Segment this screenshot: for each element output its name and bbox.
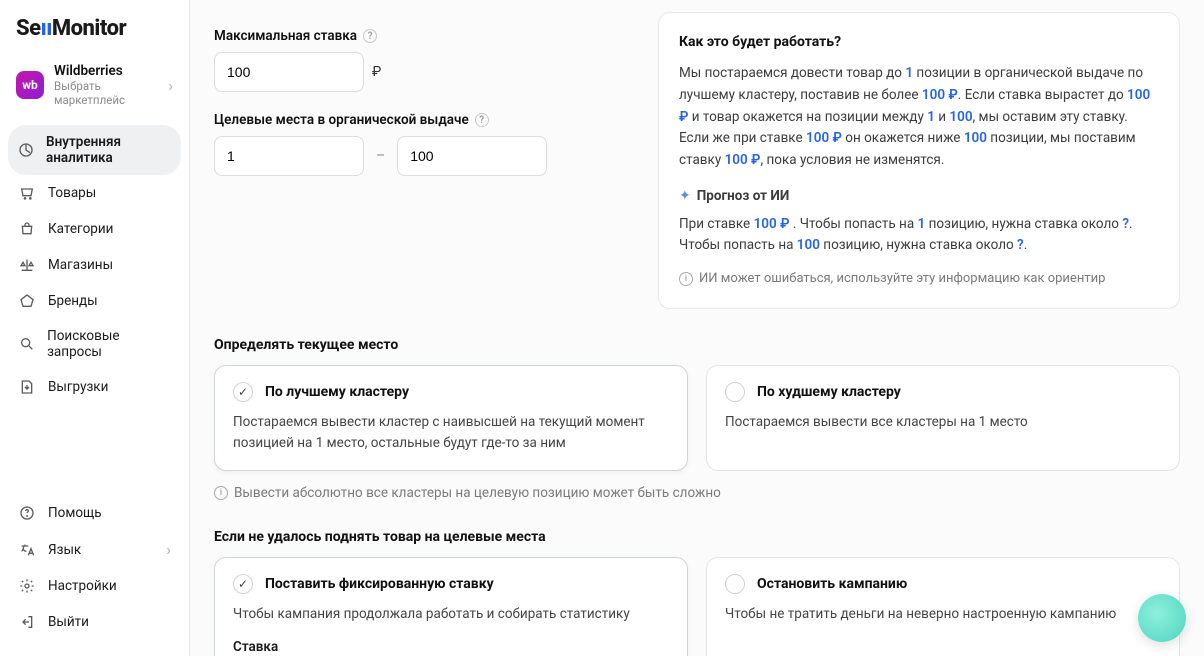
language-icon [18,541,36,559]
radio-checked-icon [233,382,253,402]
chevron-right-icon: › [166,540,171,559]
sidebar-item-logout[interactable]: Выйти [8,604,181,640]
sidebar-item-products[interactable]: Товары [8,175,181,211]
marketplace-icon: wb [16,71,44,99]
option-worst-cluster[interactable]: По худшему кластеру Постараемся вывести … [706,365,1180,471]
help-icon [18,504,36,522]
option-best-cluster[interactable]: По лучшему кластеру Постараемся вывести … [214,365,688,471]
tag-icon [18,292,36,310]
how-it-works-text: Мы постараемся довести товар до 1 позици… [679,63,1159,171]
option-fixed-bid[interactable]: Поставить фиксированную ставку Чтобы кам… [214,557,688,656]
brand-logo: SeııMonitor [8,16,181,57]
sidebar-item-exports[interactable]: Выгрузки [8,369,181,405]
max-bid-input[interactable] [214,52,364,92]
radio-unchecked-icon [725,574,745,594]
bag-icon [18,220,36,238]
scales-icon [18,256,36,274]
sidebar-item-categories[interactable]: Категории [8,211,181,247]
info-icon: i [679,272,693,286]
marketplace-subtitle: Выбрать маркетплейс [54,79,168,107]
chevron-right-icon: › [168,76,173,95]
marketplace-selector[interactable]: wb Wildberries Выбрать маркетплейс › [8,57,181,113]
sidebar-item-settings[interactable]: Настройки [8,568,181,604]
sidebar-item-language[interactable]: Язык › [8,531,181,568]
place-section-hint: Вывести абсолютно все кластеры на целеву… [234,485,721,501]
gear-icon [18,577,36,595]
sidebar-item-brands[interactable]: Бренды [8,283,181,319]
sidebar-item-help[interactable]: Помощь [8,495,181,531]
target-places-label: Целевые места в органической выдаче ? [214,112,634,128]
help-icon[interactable]: ? [475,113,489,127]
sidebar-item-search-queries[interactable]: Поисковые запросы [8,319,181,369]
ai-forecast-text: При ставке 100 ₽ . Чтобы попасть на 1 по… [679,214,1159,257]
target-from-input[interactable] [214,136,364,176]
option-stop-campaign[interactable]: Остановить кампанию Чтобы не тратить ден… [706,557,1180,656]
radio-unchecked-icon [725,382,745,402]
sidebar: SeııMonitor wb Wildberries Выбрать марке… [0,0,190,656]
cart-icon [18,184,36,202]
help-icon[interactable]: ? [363,29,377,43]
sparkle-icon: ✦ [679,185,691,207]
how-it-works-title: Как это будет работать? [679,31,1159,53]
fixed-bid-label: Ставка [233,639,669,655]
main-content: Максимальная ставка ? ₽ Целевые места в … [190,0,1204,656]
ai-disclaimer: ИИ может ошибаться, используйте эту инфо… [699,269,1105,290]
max-bid-label: Максимальная ставка ? [214,28,634,44]
sidebar-item-shops[interactable]: Магазины [8,247,181,283]
place-section-title: Определять текущее место [214,337,1180,353]
radio-checked-icon [233,574,253,594]
marketplace-title: Wildberries [54,63,168,79]
chart-icon [18,141,34,159]
search-icon [18,335,35,353]
range-dash: – [372,148,389,164]
ai-forecast-title: Прогноз от ИИ [697,186,790,208]
fail-section-title: Если не удалось поднять товар на целевые… [214,529,1180,545]
how-it-works-panel: Как это будет работать? Мы постараемся д… [658,12,1180,309]
currency-label: ₽ [372,64,381,80]
chat-widget[interactable] [1138,594,1186,642]
target-to-input[interactable] [397,136,547,176]
download-icon [18,378,36,396]
info-icon: i [214,486,228,500]
sidebar-item-analytics[interactable]: Внутренняя аналитика [8,125,181,175]
logout-icon [18,613,36,631]
